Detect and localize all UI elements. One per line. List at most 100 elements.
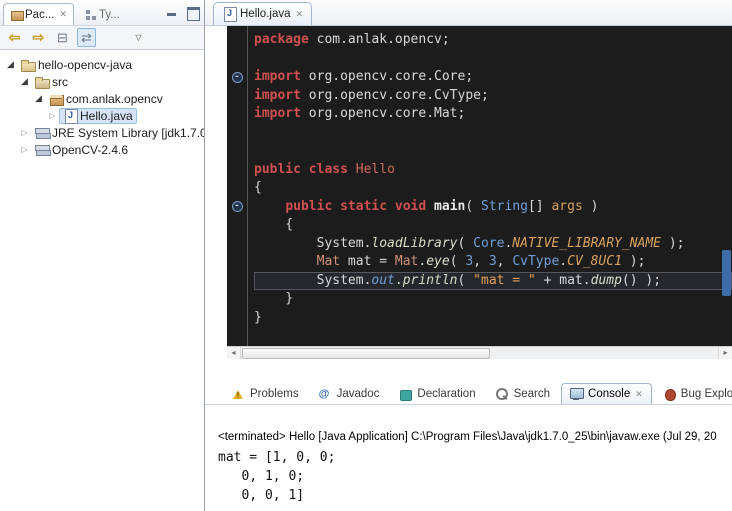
package-explorer-icon xyxy=(10,8,25,22)
console-process-header: <terminated> Hello [Java Application] C:… xyxy=(218,431,732,443)
view-tabbar: Pac... ✕ Ty... xyxy=(0,0,204,26)
gutter-line: - xyxy=(227,198,247,217)
console-output-line: 0, 0, 1] xyxy=(218,486,732,505)
expanded-arrow-icon[interactable]: ◢ xyxy=(32,93,45,104)
bottom-tab-label: Declaration xyxy=(417,388,475,400)
gutter-line xyxy=(227,87,247,106)
collapsed-arrow-icon[interactable]: ▷ xyxy=(18,128,31,137)
editor-tab-hello-java[interactable]: Hello.java ✕ xyxy=(213,2,312,25)
package-icon xyxy=(49,92,64,106)
view-tab-pac[interactable]: Pac... ✕ xyxy=(3,3,74,25)
bottom-tab-search[interactable]: Search xyxy=(487,383,559,404)
tree-item-label: OpenCV-2.4.6 xyxy=(52,143,128,157)
gutter-line xyxy=(227,216,247,235)
overview-ruler-marker xyxy=(722,250,731,296)
gutter-line xyxy=(227,235,247,254)
bottom-tabbar: Problems Javadoc Declaration Search Console ✕… xyxy=(205,381,732,405)
tree-item-src[interactable]: ◢ src xyxy=(0,73,204,90)
bottom-tab-label: Javadoc xyxy=(337,388,380,400)
gutter-line xyxy=(227,105,247,124)
gutter-line xyxy=(227,142,247,161)
collapsed-arrow-icon[interactable]: ▷ xyxy=(18,145,31,154)
fold-collapse-icon[interactable]: - xyxy=(232,201,243,212)
code-line: System.loadLibrary( Core.NATIVE_LIBRARY_… xyxy=(254,235,732,254)
view-tab-label: Pac... xyxy=(25,9,54,21)
collapse-all-icon[interactable]: ⊟ xyxy=(53,28,72,47)
gutter-line xyxy=(227,31,247,50)
package-explorer-tree[interactable]: ◢hello-opencv-java◢src◢com.anlak.opencv▷… xyxy=(0,50,204,511)
view-window-buttons xyxy=(164,5,200,19)
gutter-line xyxy=(227,272,247,291)
type-hierarchy-icon xyxy=(84,8,99,22)
library-icon xyxy=(35,126,50,140)
close-icon[interactable]: ✕ xyxy=(635,389,643,400)
tree-item-content: src xyxy=(31,74,72,90)
expanded-arrow-icon[interactable]: ◢ xyxy=(4,59,17,70)
tree-item-content: com.anlak.opencv xyxy=(45,91,167,107)
eclipse-workbench: Pac... ✕ Ty... ⇦ ⇨ ⊟ ⇄ ▽ ◢ hello-opencv-java ◢ sr… xyxy=(0,0,732,511)
gutter-line xyxy=(227,179,247,198)
horizontal-scrollbar[interactable]: ◂ ▸ xyxy=(227,346,732,359)
scroll-right-icon[interactable]: ▸ xyxy=(718,347,732,359)
bottom-tab-label: Problems xyxy=(250,388,299,400)
gutter-line xyxy=(227,309,247,328)
collapsed-arrow-icon[interactable]: ▷ xyxy=(46,111,59,120)
console-output: mat = [1, 0, 0; 0, 1, 0; 0, 0, 1] xyxy=(218,448,732,505)
code-line: package com.anlak.opencv; xyxy=(254,31,732,50)
code-line: System.out.println( "mat = " + mat.dump(… xyxy=(254,272,732,291)
code-line: public class Hello xyxy=(254,161,732,180)
bottom-tab-label: Console xyxy=(588,388,630,400)
bottom-tab-javadoc[interactable]: Javadoc xyxy=(310,383,389,404)
problems-icon xyxy=(232,388,246,401)
close-icon[interactable]: ✕ xyxy=(59,9,67,20)
forward-icon[interactable]: ⇨ xyxy=(29,28,48,47)
gutter-line xyxy=(227,290,247,309)
console-output-line: mat = [1, 0, 0; xyxy=(218,448,732,467)
view-tab-ty[interactable]: Ty... xyxy=(77,3,127,25)
main-area: Hello.java ✕ - - package com.anlak.opencv… xyxy=(205,0,732,511)
tree-item-opencv-2-4-6[interactable]: ▷ OpenCV-2.4.6 xyxy=(0,141,204,158)
console-panel: <terminated> Hello [Java Application] C:… xyxy=(205,405,732,511)
minimize-view-icon[interactable] xyxy=(164,5,179,19)
view-menu-icon[interactable]: ▽ xyxy=(129,28,148,47)
code-line xyxy=(254,50,732,69)
tree-item-hello-opencv-java[interactable]: ◢ hello-opencv-java xyxy=(0,56,204,73)
maximize-view-icon[interactable] xyxy=(185,5,200,19)
tree-item-label: src xyxy=(52,75,68,89)
tree-item-content: JRE System Library [jdk1.7.0 xyxy=(31,125,204,141)
tree-item-content: hello-opencv-java xyxy=(17,57,136,73)
expanded-arrow-icon[interactable]: ◢ xyxy=(18,76,31,87)
bottom-panel: Problems Javadoc Declaration Search Console ✕… xyxy=(205,381,732,511)
code-line: import org.opencv.core.Mat; xyxy=(254,105,732,124)
code-line xyxy=(254,124,732,143)
gutter-line: - xyxy=(227,68,247,87)
code-line: import org.opencv.core.Core; xyxy=(254,68,732,87)
java-project-icon xyxy=(21,58,36,72)
bottom-tab-bug-explorer[interactable]: Bug Explorer xyxy=(654,383,732,404)
tree-item-com-anlak-opencv[interactable]: ◢com.anlak.opencv xyxy=(0,90,204,107)
console-output-line: 0, 1, 0; xyxy=(218,467,732,486)
editor-tab-label: Hello.java xyxy=(240,8,291,20)
scroll-left-icon[interactable]: ◂ xyxy=(227,347,241,359)
link-with-editor-icon[interactable]: ⇄ xyxy=(77,28,96,47)
bottom-tab-declaration[interactable]: Declaration xyxy=(390,383,484,404)
tree-item-jre-system-library-jdk1-7-0[interactable]: ▷JRE System Library [jdk1.7.0 xyxy=(0,124,204,141)
gutter-line xyxy=(227,124,247,143)
tree-item-hello-java[interactable]: ▷Hello.java xyxy=(0,107,204,124)
bottom-tab-problems[interactable]: Problems xyxy=(223,383,308,404)
code-line: } xyxy=(254,290,732,309)
code-editor[interactable]: package com.anlak.opencv; import org.ope… xyxy=(248,26,732,346)
tree-item-label: hello-opencv-java xyxy=(38,58,132,72)
bottom-tab-console[interactable]: Console ✕ xyxy=(561,383,652,404)
back-icon[interactable]: ⇦ xyxy=(5,28,24,47)
fold-collapse-icon[interactable]: - xyxy=(232,72,243,83)
view-tabbar-tabs: Pac... ✕ Ty... xyxy=(0,0,127,25)
bottom-tab-label: Search xyxy=(514,388,550,400)
gutter-line xyxy=(227,161,247,180)
package-explorer-panel: Pac... ✕ Ty... ⇦ ⇨ ⊟ ⇄ ▽ ◢ hello-opencv-java ◢ sr… xyxy=(0,0,205,511)
scrollbar-thumb[interactable] xyxy=(242,348,490,359)
close-icon[interactable]: ✕ xyxy=(296,9,304,20)
editor-tabbar: Hello.java ✕ xyxy=(205,0,732,26)
code-line: Mat mat = Mat.eye( 3, 3, CvType.CV_8UC1 … xyxy=(254,253,732,272)
editor-body: - - package com.anlak.opencv; import org.… xyxy=(227,26,732,346)
